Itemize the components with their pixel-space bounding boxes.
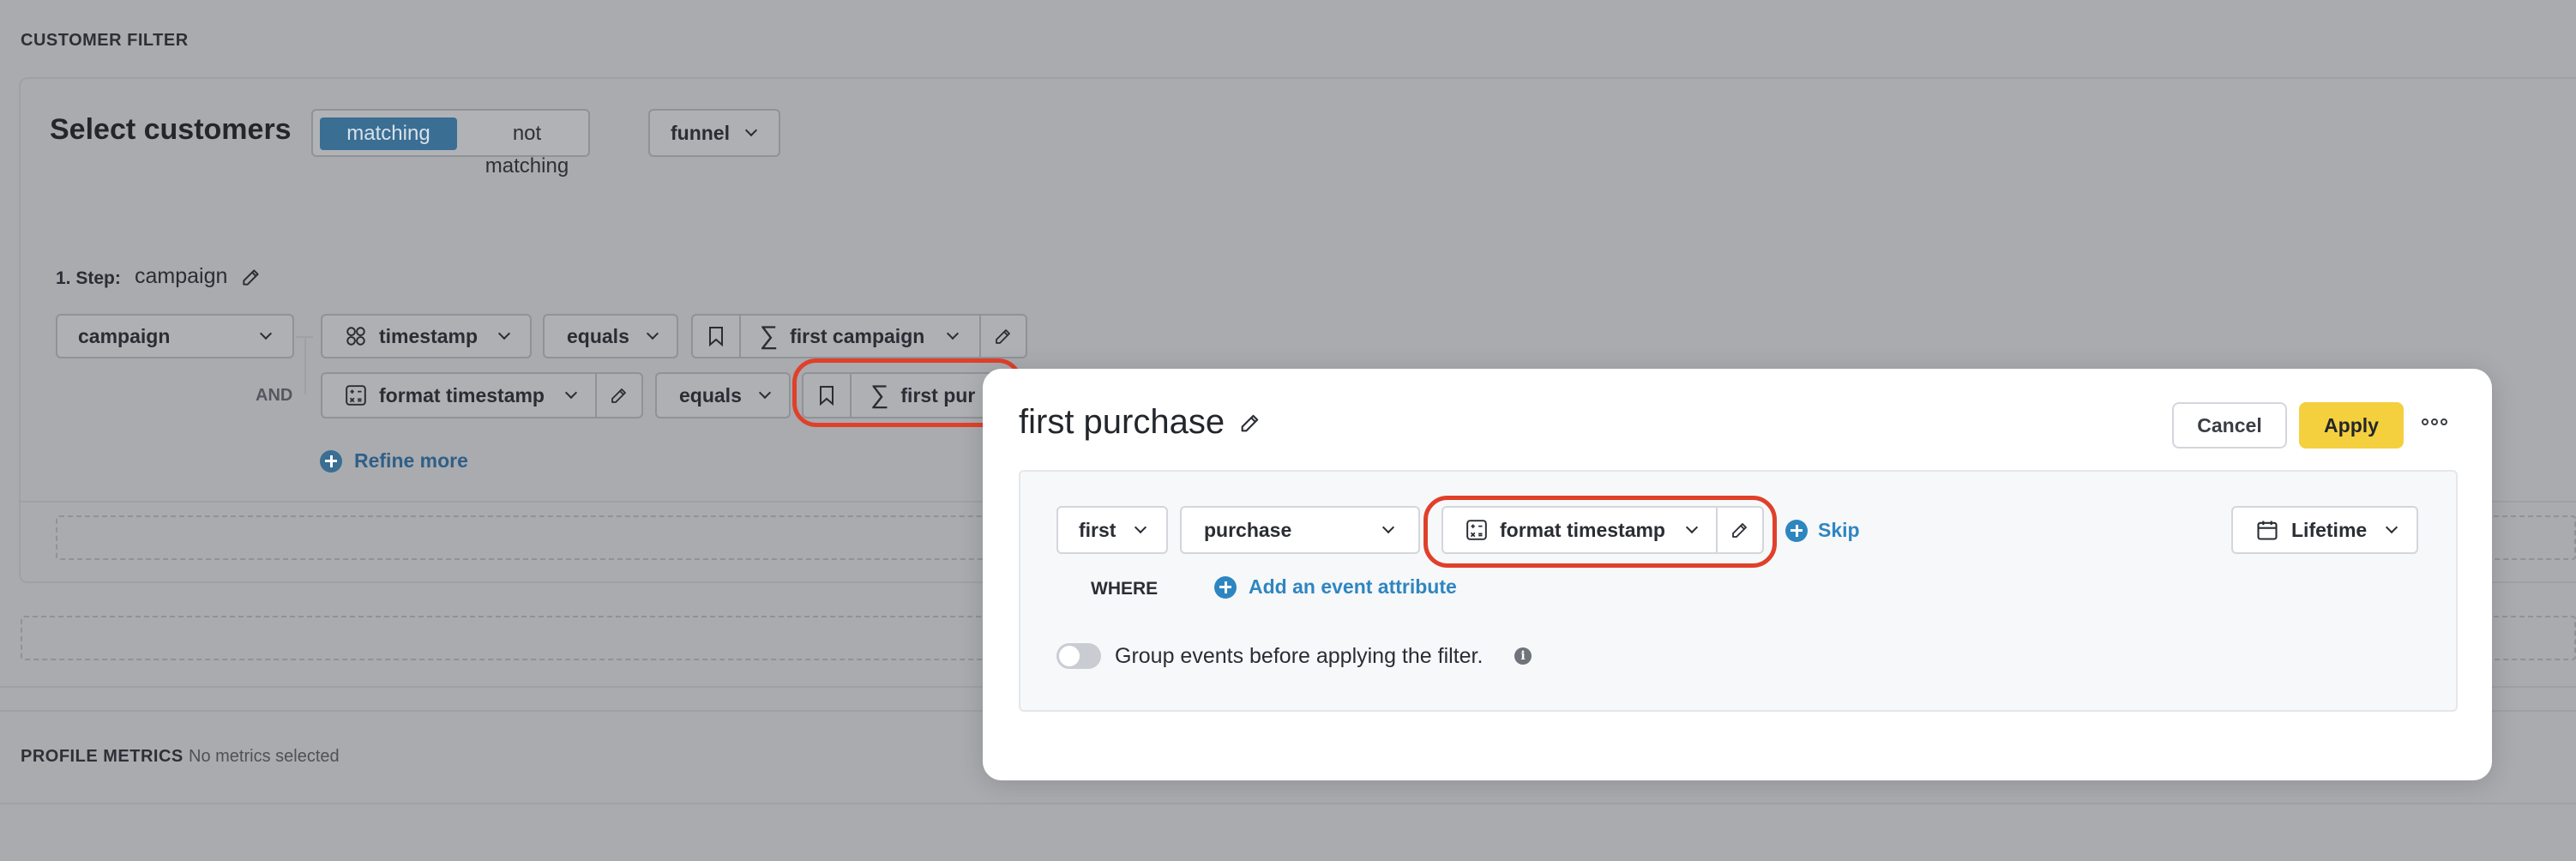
mode-dropdown-label: funnel — [671, 121, 730, 144]
attribute-label: format timestamp — [379, 383, 545, 406]
time-range-label: Lifetime — [2291, 518, 2368, 541]
skip-link[interactable]: Skip — [1785, 519, 1860, 542]
group-events-toggle[interactable] — [1056, 643, 1101, 669]
apply-button[interactable]: Apply — [2299, 402, 2404, 449]
chevron-down-icon — [947, 327, 960, 340]
divider — [0, 803, 2576, 804]
chevron-down-icon — [497, 327, 511, 340]
chevron-down-icon — [1135, 521, 1147, 534]
value-label: first campaign — [790, 324, 925, 347]
step-label: 1. Step: — [56, 268, 121, 288]
attribute-dropdown-timestamp[interactable]: timestamp — [321, 314, 532, 358]
chevron-down-icon — [758, 386, 771, 400]
not-matching-option[interactable]: not matching — [469, 117, 585, 178]
pencil-icon[interactable] — [1238, 411, 1262, 435]
highlight-ring — [1423, 496, 1777, 568]
profile-metrics-status: No metrics selected — [189, 747, 340, 766]
profile-metrics-heading: PROFILE METRICS — [21, 747, 184, 766]
connector-line-vertical — [304, 336, 306, 394]
refine-more-link[interactable]: Refine more — [320, 449, 468, 473]
bookmark-button[interactable] — [693, 316, 741, 357]
formula-icon — [346, 385, 366, 406]
info-icon[interactable]: i — [1514, 647, 1532, 665]
operator-label: equals — [567, 324, 629, 347]
edit-button[interactable] — [595, 374, 641, 417]
operator-dropdown[interactable]: equals — [655, 372, 791, 418]
modal-title: first purchase — [1019, 403, 1262, 442]
operator-label: equals — [679, 383, 742, 406]
operator-dropdown[interactable]: equals — [543, 314, 678, 358]
calendar-icon — [2257, 521, 2278, 540]
matching-segmented-control[interactable]: matching not matching — [311, 109, 590, 178]
refine-more-label: Refine more — [354, 449, 468, 472]
plus-circle-icon — [320, 449, 342, 473]
pencil-icon[interactable] — [240, 266, 262, 288]
plus-circle-icon — [1785, 519, 1808, 542]
event-dropdown-label: campaign — [78, 324, 171, 347]
attribute-group-format-timestamp[interactable]: format timestamp — [321, 372, 643, 418]
pencil-icon — [996, 329, 1011, 344]
mode-dropdown[interactable]: funnel — [648, 109, 780, 157]
attribute-label: timestamp — [379, 324, 478, 347]
occurrence-label: first — [1079, 518, 1116, 541]
grid-icon — [346, 327, 365, 346]
skip-label: Skip — [1818, 519, 1860, 541]
customer-filter-heading: CUSTOMER FILTER — [21, 31, 189, 50]
chevron-down-icon — [1381, 521, 1395, 534]
group-events-label: Group events before applying the filter. — [1115, 644, 1484, 668]
pencil-icon — [611, 388, 627, 403]
chevron-down-icon — [2386, 521, 2398, 534]
time-range-dropdown[interactable]: Lifetime — [2231, 506, 2418, 554]
event-dropdown[interactable]: purchase — [1180, 506, 1420, 554]
sigma-icon: ∑ — [759, 322, 779, 350]
select-customers-title: Select customers — [50, 113, 292, 146]
occurrence-dropdown[interactable]: first — [1056, 506, 1168, 554]
chevron-down-icon — [646, 327, 659, 340]
value-dropdown[interactable]: ∑ first campaign — [741, 322, 980, 351]
edit-button[interactable] — [979, 316, 1026, 357]
cancel-button[interactable]: Cancel — [2172, 402, 2287, 449]
step-name: campaign — [135, 264, 228, 288]
where-label: WHERE — [1091, 579, 1159, 599]
modal-title-text: first purchase — [1019, 403, 1225, 441]
add-event-attribute-label: Add an event attribute — [1249, 575, 1457, 598]
more-options-icon[interactable] — [2422, 418, 2447, 425]
toggle-knob — [1059, 646, 1080, 666]
event-filter-modal: first purchase Cancel Apply first purcha… — [983, 369, 2492, 780]
add-event-attribute-link[interactable]: Add an event attribute — [1214, 575, 1457, 599]
event-dropdown[interactable]: campaign — [56, 314, 294, 358]
matching-option[interactable]: matching — [320, 117, 457, 150]
chevron-down-icon — [259, 327, 273, 340]
chevron-down-icon — [564, 386, 578, 400]
bookmark-icon — [708, 327, 723, 346]
plus-circle-icon — [1214, 575, 1237, 599]
attribute-dropdown-format-timestamp[interactable]: format timestamp — [322, 384, 595, 407]
value-group-row1[interactable]: ∑ first campaign — [691, 314, 1027, 358]
event-label: purchase — [1204, 518, 1292, 541]
chevron-down-icon — [744, 123, 758, 137]
and-connector-label: AND — [256, 386, 293, 405]
